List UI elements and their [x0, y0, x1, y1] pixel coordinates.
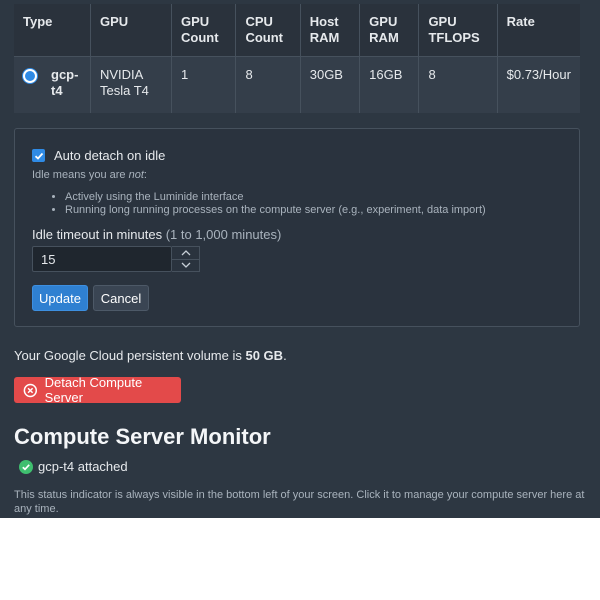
page-title: Compute Server Monitor [14, 424, 271, 449]
list-item: Actively using the Luminide interface [65, 191, 486, 204]
volume-size: 50 GB [245, 348, 284, 363]
idle-means-emphasis: not [128, 169, 144, 181]
host-ram-cell: 30GB [299, 56, 360, 113]
status-note: This status indicator is always visible … [14, 489, 585, 515]
gpu-cell: NVIDIA Tesla T4 [90, 56, 172, 113]
detach-label: Detach Compute Server [44, 375, 143, 405]
close-circle-icon [23, 383, 38, 397]
status-text: gcp-t4 attached [38, 459, 128, 474]
auto-detach-checkbox-row[interactable]: Auto detach on idle [32, 148, 165, 163]
type-name: gcp-t4 [51, 67, 79, 98]
radio-selected-icon[interactable] [23, 69, 37, 83]
compute-server-panel: Type GPU GPU Count CPU Count Host RAM GP… [0, 0, 600, 518]
header-host-ram: Host RAM [299, 4, 360, 57]
header-gpu-tflops: GPU TFLOPS [418, 4, 498, 57]
rate-cell: $0.73/Hour [496, 56, 580, 113]
status-indicator[interactable]: gcp-t4 attached [19, 459, 128, 474]
header-gpu-count: GPU Count [170, 4, 236, 57]
detach-compute-server-button[interactable]: Detach Compute Server [14, 375, 181, 405]
idle-means-suffix: : [143, 169, 147, 181]
volume-suffix: . [283, 348, 287, 363]
timeout-input[interactable]: 15 [32, 246, 172, 272]
gpu-tflops-cell: 8 [418, 56, 498, 113]
header-gpu: GPU [90, 4, 172, 57]
stepper-down-icon[interactable] [172, 258, 199, 272]
idle-means-prefix: Idle means you are [32, 169, 129, 181]
cpu-count-cell: 8 [235, 56, 301, 113]
type-cell[interactable]: gcp-t4 [14, 56, 91, 113]
gpu-table: Type GPU GPU Count CPU Count Host RAM GP… [14, 4, 580, 113]
timeout-range: (1 to 1,000 minutes) [165, 227, 282, 242]
timeout-stepper[interactable] [172, 246, 200, 272]
header-gpu-ram: GPU RAM [359, 4, 419, 57]
checkbox-checked-icon[interactable] [32, 149, 45, 162]
auto-detach-label: Auto detach on idle [54, 148, 166, 163]
table-row[interactable]: gcp-t4 NVIDIA Tesla T4 1 8 30GB 16GB 8 $… [14, 56, 580, 113]
header-cpu-count: CPU Count [235, 4, 301, 57]
list-item: Running long running processes on the co… [65, 204, 486, 217]
volume-prefix: Your Google Cloud persistent volume is [14, 348, 246, 363]
idle-settings-card: Auto detach on idle Idle means you are n… [14, 128, 580, 327]
gpu-count-cell: 1 [170, 56, 236, 113]
stepper-up-icon[interactable] [172, 247, 199, 259]
timeout-label: Idle timeout in minutes (1 to 1,000 minu… [32, 227, 281, 242]
volume-info: Your Google Cloud persistent volume is 5… [14, 348, 287, 363]
header-rate: Rate [496, 4, 580, 57]
cancel-button[interactable]: Cancel [93, 285, 149, 311]
table-header-row: Type GPU GPU Count CPU Count Host RAM GP… [14, 4, 580, 57]
timeout-value: 15 [41, 251, 56, 267]
timeout-label-text: Idle timeout in minutes [32, 227, 163, 242]
gpu-ram-cell: 16GB [359, 56, 419, 113]
idle-conditions-list: Actively using the Luminide interface Ru… [51, 191, 486, 217]
update-button[interactable]: Update [32, 285, 88, 311]
header-type: Type [14, 4, 91, 57]
check-circle-icon [19, 459, 33, 474]
idle-means-text: Idle means you are not: [32, 169, 147, 181]
